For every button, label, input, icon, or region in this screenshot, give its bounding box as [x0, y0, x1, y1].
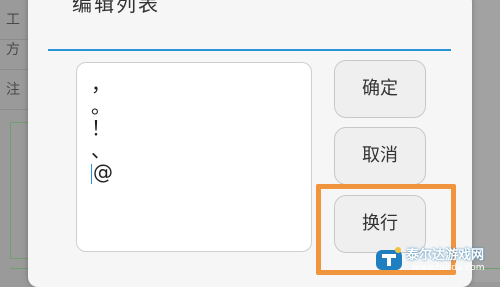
- list-text-area[interactable]: ， 。 ！ 、 @: [76, 62, 312, 252]
- background-row-3: 注: [0, 70, 30, 110]
- title-divider: [48, 49, 451, 51]
- cancel-button[interactable]: 取消: [334, 127, 426, 185]
- text-line: ！: [91, 116, 111, 140]
- text-line-current: @: [91, 160, 297, 184]
- text-line: 。: [91, 94, 111, 118]
- text-line: ，: [91, 72, 111, 96]
- text-caret: [91, 163, 92, 184]
- background-row-2: 方: [0, 30, 30, 70]
- confirm-button[interactable]: 确定: [334, 60, 426, 118]
- text-line: 、: [91, 138, 111, 162]
- watermark-name: 泰尔达游戏网: [406, 248, 485, 263]
- watermark-url: www.tairda.com: [412, 263, 485, 273]
- dialog-title: 编辑列表: [72, 0, 160, 16]
- watermark-logo: [376, 247, 402, 270]
- text-line: @: [93, 160, 113, 184]
